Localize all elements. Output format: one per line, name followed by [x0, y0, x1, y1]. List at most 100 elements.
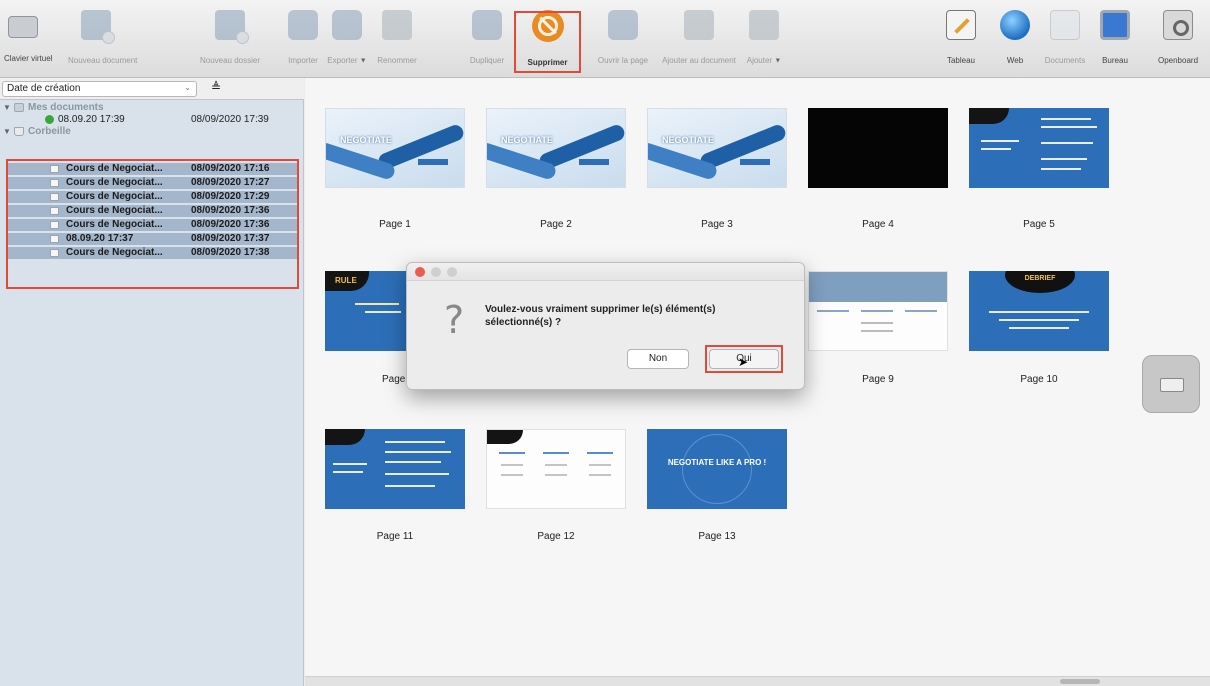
board-icon	[946, 10, 976, 40]
trash-item-date: 08/09/2020 17:36	[191, 219, 270, 230]
board-button[interactable]: Tableau	[944, 6, 978, 72]
keyboard-icon	[8, 16, 38, 38]
open-page-button[interactable]: Ouvrir la page	[590, 6, 656, 72]
rename-button[interactable]: Renommer	[374, 6, 420, 72]
page-thumbnail[interactable]	[486, 429, 626, 509]
document-thumbnail-icon	[50, 165, 59, 173]
delete-confirmation-dialog: ? Voulez-vous vraiment supprimer le(s) é…	[406, 262, 805, 390]
web-button[interactable]: Web	[1000, 6, 1030, 72]
export-icon	[332, 10, 362, 40]
document-thumbnail-icon	[50, 193, 59, 201]
slide-chip	[418, 159, 448, 165]
page-thumbnail[interactable]: NEGOTIATE	[325, 108, 465, 188]
documents-icon	[1050, 10, 1080, 40]
new-folder-label: Nouveau dossier	[199, 56, 261, 65]
slide-chip	[740, 159, 770, 165]
trash-item-name: Cours de Negociat...	[66, 219, 163, 230]
tree-document-date: 08/09/2020 17:39	[191, 114, 269, 125]
trash-item[interactable]: Cours de Negociat... 08/09/2020 17:36	[8, 205, 297, 217]
export-button[interactable]: Exporter ▼	[322, 6, 372, 72]
trash-item[interactable]: Cours de Negociat... 08/09/2020 17:36	[8, 219, 297, 231]
desktop-button[interactable]: Bureau	[1098, 6, 1132, 72]
import-icon	[288, 10, 318, 40]
import-label: Importer	[288, 56, 318, 65]
page-label: Page 3	[701, 219, 733, 230]
tree-folder-corbeille[interactable]: ▼ Corbeille	[0, 126, 304, 138]
page-thumbnail[interactable]	[325, 429, 465, 509]
page-thumbnail[interactable]	[969, 108, 1109, 188]
page-label: Page 1	[379, 219, 411, 230]
trash-item-name: Cours de Negociat...	[66, 163, 163, 174]
page-thumbnail[interactable]: NEGOTIATE	[486, 108, 626, 188]
page-label: Page 5	[1023, 219, 1055, 230]
document-thumbnail-icon	[50, 235, 59, 243]
slide-text-line	[587, 452, 613, 454]
slide-text-line	[385, 451, 451, 453]
scrollbar-thumb[interactable]	[1060, 679, 1100, 684]
trash-item[interactable]: Cours de Negociat... 08/09/2020 17:29	[8, 191, 297, 203]
export-label: Exporter ▼	[327, 56, 367, 65]
floating-keyboard-button[interactable]	[1142, 355, 1200, 413]
desktop-label: Bureau	[1102, 56, 1128, 65]
keyboard-icon	[1160, 378, 1184, 392]
slide-title: NEGOTIATE LIKE A PRO !	[667, 458, 767, 467]
page-label: Page 9	[862, 374, 894, 385]
tree-folder-label: Corbeille	[28, 126, 71, 137]
trash-item[interactable]: Cours de Negociat... 08/09/2020 17:16	[8, 163, 297, 175]
trash-item-name: 08.09.20 17:37	[66, 233, 134, 244]
trash-item-name: Cours de Negociat...	[66, 205, 163, 216]
page-thumbnail[interactable]: NEGOTIATE LIKE A PRO !	[647, 429, 787, 509]
slide-text-line	[385, 473, 449, 475]
close-window-icon[interactable]	[415, 267, 425, 277]
new-document-label: Nouveau document	[68, 56, 138, 65]
slide-text-line	[999, 319, 1079, 321]
slide-text-line	[589, 464, 611, 466]
documents-button[interactable]: Documents	[1040, 6, 1090, 72]
trash-item-date: 08/09/2020 17:38	[191, 247, 270, 258]
add-label: Ajouter ▼	[746, 56, 782, 65]
slide-text-line	[545, 474, 567, 476]
virtual-keyboard-button[interactable]: Clavier virtuel	[4, 6, 53, 72]
sort-select[interactable]: Date de création ⌄	[2, 81, 197, 97]
rename-icon	[382, 10, 412, 40]
page-label: Page 11	[376, 531, 414, 542]
web-globe-icon	[1000, 10, 1030, 40]
sort-select-value: Date de création	[7, 83, 81, 94]
add-to-document-button[interactable]: Ajouter au document	[660, 6, 738, 72]
slide-text-line	[1009, 327, 1069, 329]
current-document-icon	[45, 115, 54, 124]
slide-text-line	[1041, 158, 1087, 160]
page-thumbnail[interactable]: DEBRIEF	[969, 271, 1109, 351]
dialog-title-bar	[407, 263, 804, 281]
page-thumbnail[interactable]	[808, 271, 948, 351]
page-thumbnail[interactable]	[808, 108, 948, 188]
web-label: Web	[1006, 56, 1024, 65]
duplicate-button[interactable]: Dupliquer	[462, 6, 512, 72]
trash-item-name: Cours de Negociat...	[66, 177, 163, 188]
folder-icon	[14, 103, 24, 112]
disclosure-triangle-icon[interactable]: ▼	[3, 126, 11, 138]
trash-item[interactable]: 08.09.20 17:37 08/09/2020 17:37	[8, 233, 297, 245]
cancel-button[interactable]: Non	[627, 349, 689, 369]
trash-item[interactable]: Cours de Negociat... 08/09/2020 17:27	[8, 177, 297, 189]
add-button[interactable]: Ajouter ▼	[740, 6, 788, 72]
new-folder-button[interactable]: Nouveau dossier	[194, 6, 266, 72]
new-document-button[interactable]: Nouveau document	[68, 6, 138, 72]
slide-text-line	[355, 303, 399, 305]
virtual-keyboard-label: Clavier virtuel	[4, 54, 53, 63]
page-thumbnail[interactable]: NEGOTIATE	[647, 108, 787, 188]
slide-text-line	[1041, 168, 1081, 170]
slide-ring	[682, 434, 752, 504]
board-label: Tableau	[946, 56, 976, 65]
openboard-button[interactable]: Openboard	[1150, 6, 1206, 72]
trash-item-name: Cours de Negociat...	[66, 247, 163, 258]
slide-text-line	[861, 330, 893, 332]
tree-folder-mes-documents[interactable]: ▼ Mes documents	[0, 102, 304, 114]
sort-order-icon[interactable]: ≜	[211, 80, 221, 94]
import-button[interactable]: Importer	[288, 6, 318, 72]
tree-document-item[interactable]: 08.09.20 17:39 08/09/2020 17:39	[0, 114, 304, 126]
add-to-document-icon	[684, 10, 714, 40]
openboard-label: Openboard	[1157, 56, 1199, 65]
trash-item[interactable]: Cours de Negociat... 08/09/2020 17:38	[8, 247, 297, 259]
disclosure-triangle-icon[interactable]: ▼	[3, 102, 11, 114]
